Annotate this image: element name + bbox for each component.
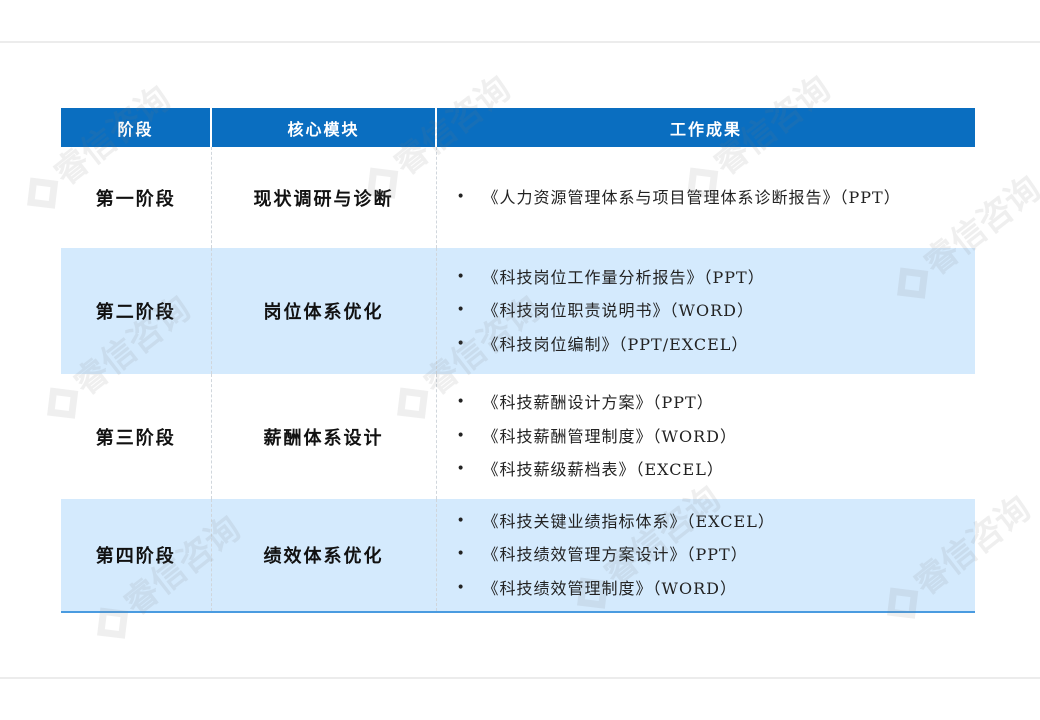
results-list: 《人力资源管理体系与项目管理体系诊断报告》（PPT） xyxy=(437,181,976,215)
header-stage: 阶段 xyxy=(61,108,211,147)
table-row: 第四阶段 绩效体系优化 《科技关键业绩指标体系》（EXCEL） 《科技绩效管理方… xyxy=(61,499,976,613)
results-list: 《科技薪酬设计方案》（PPT） 《科技薪酬管理制度》（WORD） 《科技薪级薪档… xyxy=(437,386,976,487)
results-list: 《科技岗位工作量分析报告》（PPT） 《科技岗位职责说明书》（WORD） 《科技… xyxy=(437,261,976,362)
results-list: 《科技关键业绩指标体系》（EXCEL） 《科技绩效管理方案设计》（PPT） 《科… xyxy=(437,505,976,606)
module-cell: 现状调研与诊断 xyxy=(211,147,437,248)
result-item: 《科技岗位职责说明书》（WORD） xyxy=(457,294,976,328)
top-divider xyxy=(0,41,1040,43)
module-cell: 薪酬体系设计 xyxy=(211,374,437,499)
stage-cell: 第一阶段 xyxy=(61,147,212,248)
table-row: 第二阶段 岗位体系优化 《科技岗位工作量分析报告》（PPT） 《科技岗位职责说明… xyxy=(61,248,975,374)
results-cell: 《科技岗位工作量分析报告》（PPT） 《科技岗位职责说明书》（WORD） 《科技… xyxy=(436,248,975,374)
stage-deliverables-table: 阶段 核心模块 工作成果 第一阶段 现状调研与诊断 《人力资源管理体系与项目管理… xyxy=(61,108,975,613)
stage-cell: 第二阶段 xyxy=(61,248,212,374)
result-item: 《科技绩效管理方案设计》（PPT） xyxy=(457,538,976,572)
module-cell: 绩效体系优化 xyxy=(211,499,437,613)
results-cell: 《科技关键业绩指标体系》（EXCEL） 《科技绩效管理方案设计》（PPT） 《科… xyxy=(436,499,976,613)
result-item: 《科技岗位工作量分析报告》（PPT） xyxy=(457,261,976,295)
table-header-row: 阶段 核心模块 工作成果 xyxy=(61,108,975,147)
header-module: 核心模块 xyxy=(210,108,436,147)
watermark-logo-icon xyxy=(26,177,58,209)
result-item: 《科技薪级薪档表》（EXCEL） xyxy=(457,453,976,487)
table-row: 第三阶段 薪酬体系设计 《科技薪酬设计方案》（PPT） 《科技薪酬管理制度》（W… xyxy=(61,374,975,499)
bottom-divider xyxy=(0,677,1040,679)
results-cell: 《科技薪酬设计方案》（PPT） 《科技薪酬管理制度》（WORD） 《科技薪级薪档… xyxy=(436,374,975,499)
result-item: 《科技岗位编制》（PPT/EXCEL） xyxy=(457,328,976,362)
stage-cell: 第四阶段 xyxy=(61,499,212,613)
header-results: 工作成果 xyxy=(435,108,975,147)
table-row: 第一阶段 现状调研与诊断 《人力资源管理体系与项目管理体系诊断报告》（PPT） xyxy=(61,147,975,248)
result-item: 《科技薪酬设计方案》（PPT） xyxy=(457,386,976,420)
stage-cell: 第三阶段 xyxy=(61,374,212,499)
results-cell: 《人力资源管理体系与项目管理体系诊断报告》（PPT） xyxy=(436,147,975,248)
result-item: 《科技关键业绩指标体系》（EXCEL） xyxy=(457,505,976,539)
result-item: 《科技绩效管理制度》（WORD） xyxy=(457,572,976,606)
result-item: 《科技薪酬管理制度》（WORD） xyxy=(457,420,976,454)
module-cell: 岗位体系优化 xyxy=(211,248,437,374)
result-item: 《人力资源管理体系与项目管理体系诊断报告》（PPT） xyxy=(457,181,976,215)
